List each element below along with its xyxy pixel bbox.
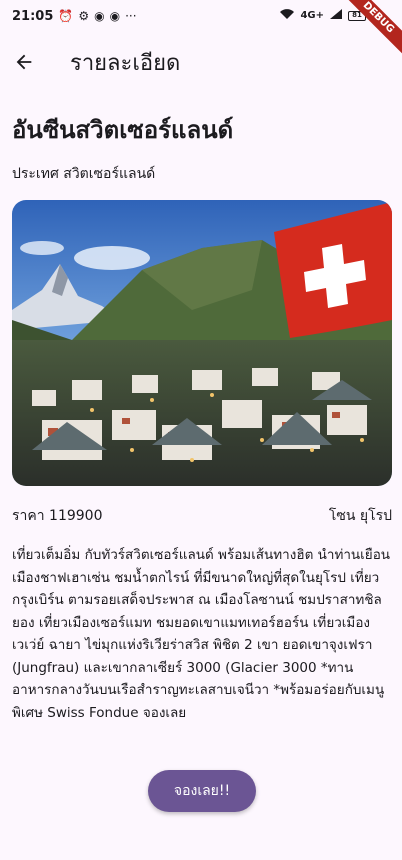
gear-icon: ⚙	[78, 9, 90, 23]
page-title: รายละเอียด	[70, 50, 181, 76]
detail-content: อันซีนสวิตเซอร์แลนด์ ประเทศ สวิตเซอร์แลน…	[12, 112, 392, 724]
description-text: เที่ยวเต็มอิ่ม กับทัวร์สวิตเซอร์แลนด์ พร…	[12, 547, 391, 721]
messenger-icon: ◉	[94, 9, 105, 23]
price-row: ราคา 119900 โซน ยุโรป	[12, 506, 392, 526]
wifi-icon	[279, 8, 295, 23]
zone-label: โซน ยุโรป	[328, 508, 392, 524]
arrow-back-icon	[16, 54, 32, 70]
messenger-icon: ◉	[109, 9, 121, 23]
more-notifications-icon: ···	[125, 9, 137, 23]
status-bar: 21:05 ⏰ ⚙ ◉ ◉ ··· 4G+ 81	[0, 0, 402, 32]
book-now-button[interactable]: จองเลย!!	[148, 770, 256, 812]
back-button[interactable]	[0, 38, 48, 86]
price-label: ราคา 119900	[12, 508, 103, 524]
country-label: ประเทศ สวิตเซอร์แลนด์	[12, 166, 156, 182]
signal-icon	[329, 8, 343, 23]
app-bar: รายละเอียด	[0, 32, 402, 92]
network-type: 4G+	[300, 10, 324, 21]
hero-image	[12, 200, 392, 486]
alarm-icon: ⏰	[58, 9, 74, 23]
place-name: อันซีนสวิตเซอร์แลนด์	[12, 116, 234, 144]
status-time: 21:05	[12, 8, 54, 24]
